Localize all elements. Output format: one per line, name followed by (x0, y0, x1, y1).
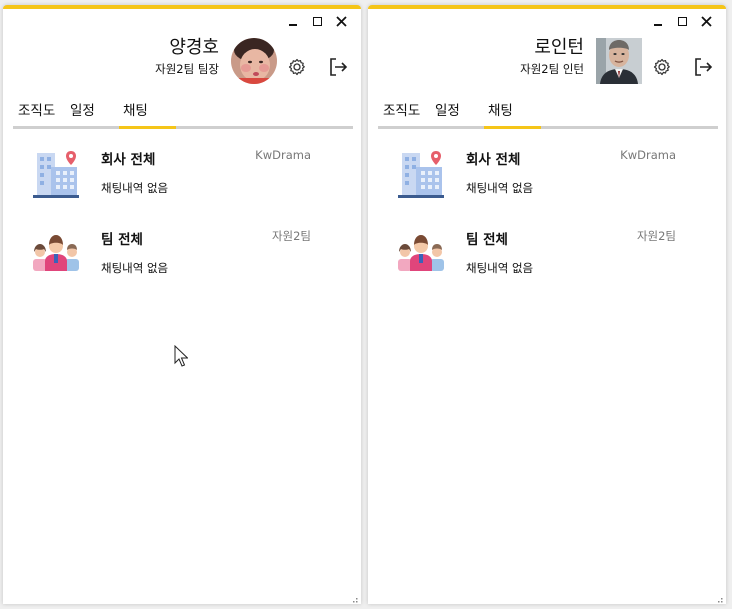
window-controls (281, 12, 353, 30)
tab-schedule[interactable]: 일정 (435, 99, 460, 123)
gear-icon[interactable] (287, 57, 307, 77)
tab-org-chart[interactable]: 조직도 (18, 99, 55, 123)
messenger-window-right: 로인턴 자원2팀 인턴 조직도 일정 채팅 회사 전체 KwDrama 채팅내역… (368, 5, 726, 604)
close-icon[interactable] (694, 12, 718, 30)
building-icon (394, 147, 448, 201)
room-title: 회사 전체 (466, 152, 521, 168)
tab-schedule[interactable]: 일정 (70, 99, 95, 123)
room-last-message: 채팅내역 없음 (101, 181, 169, 195)
main-tabs: 조직도 일정 채팅 (378, 99, 718, 129)
main-tabs: 조직도 일정 채팅 (13, 99, 353, 129)
resize-grip-icon[interactable] (348, 591, 358, 603)
room-tag: 자원2팀 (636, 229, 676, 243)
room-title: 팀 전체 (101, 232, 143, 248)
room-tag: 자원2팀 (271, 229, 311, 243)
room-last-message: 채팅내역 없음 (466, 181, 534, 195)
chat-room-team[interactable]: 팀 전체 자원2팀 채팅내역 없음 (3, 217, 361, 293)
tab-chat[interactable]: 채팅 (123, 99, 148, 123)
room-tag: KwDrama (255, 148, 311, 162)
chat-room-team[interactable]: 팀 전체 자원2팀 채팅내역 없음 (368, 217, 726, 293)
logout-icon[interactable] (327, 56, 349, 78)
gear-icon[interactable] (652, 57, 672, 77)
tab-chat[interactable]: 채팅 (488, 99, 513, 123)
maximize-icon[interactable] (305, 12, 329, 30)
user-profile: 로인턴 자원2팀 인턴 (520, 37, 584, 77)
building-icon (29, 147, 83, 201)
room-tag: KwDrama (620, 148, 676, 162)
close-icon[interactable] (329, 12, 353, 30)
avatar[interactable] (231, 38, 277, 84)
room-title: 팀 전체 (466, 232, 508, 248)
chat-room-company[interactable]: 회사 전체 KwDrama 채팅내역 없음 (368, 137, 726, 213)
team-icon (29, 227, 83, 281)
user-role: 자원2팀 인턴 (520, 62, 584, 76)
maximize-icon[interactable] (670, 12, 694, 30)
active-tab-indicator (119, 126, 176, 129)
user-role: 자원2팀 팀장 (155, 62, 219, 76)
chat-room-company[interactable]: 회사 전체 KwDrama 채팅내역 없음 (3, 137, 361, 213)
user-profile: 양경호 자원2팀 팀장 (155, 37, 219, 77)
tab-org-chart[interactable]: 조직도 (383, 99, 420, 123)
avatar[interactable] (596, 38, 642, 84)
minimize-icon[interactable] (646, 12, 670, 30)
logout-icon[interactable] (692, 56, 714, 78)
team-icon (394, 227, 448, 281)
resize-grip-icon[interactable] (713, 591, 723, 603)
minimize-icon[interactable] (281, 12, 305, 30)
user-name: 양경호 (169, 37, 219, 58)
messenger-window-left: 양경호 자원2팀 팀장 조직도 일정 채팅 회사 전체 KwDrama 채팅내역… (3, 5, 361, 604)
room-last-message: 채팅내역 없음 (466, 261, 534, 275)
user-name: 로인턴 (534, 37, 584, 58)
room-last-message: 채팅내역 없음 (101, 261, 169, 275)
active-tab-indicator (484, 126, 541, 129)
room-title: 회사 전체 (101, 152, 156, 168)
window-controls (646, 12, 718, 30)
